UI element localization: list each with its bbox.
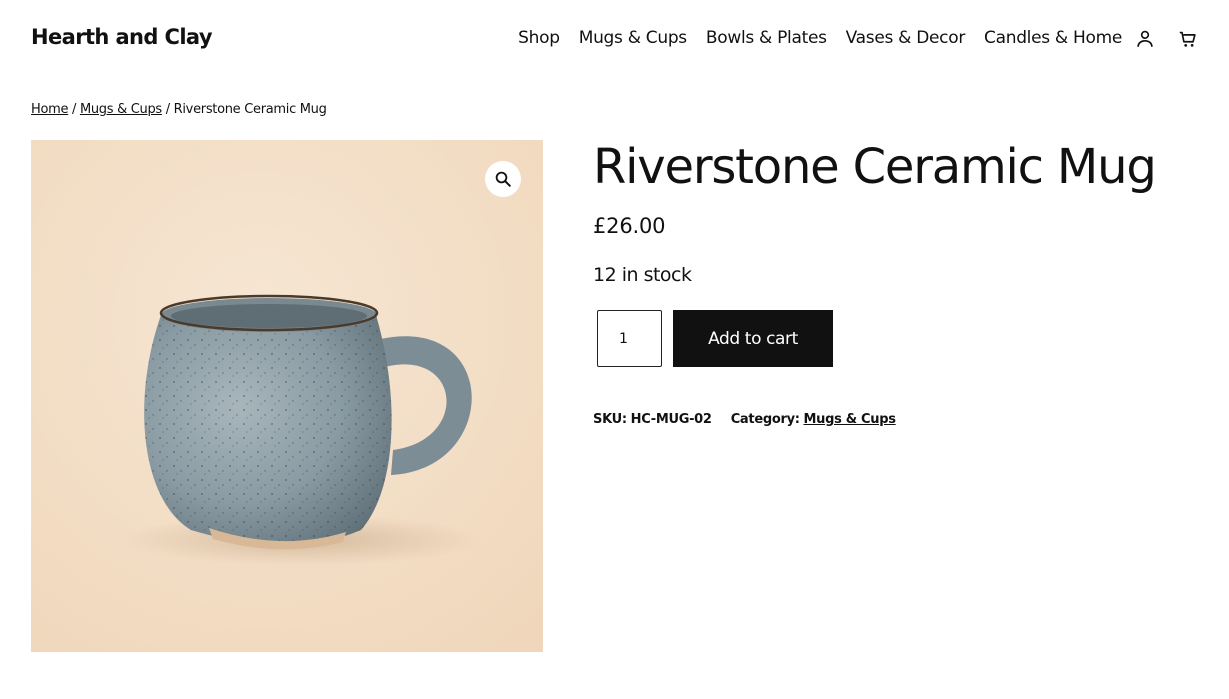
category-wrapper: Category: Mugs & Cups — [731, 412, 896, 427]
breadcrumb-separator: / — [161, 102, 174, 117]
product-image — [31, 140, 543, 652]
nav-item-mugs-cups[interactable]: Mugs & Cups — [579, 28, 687, 48]
sku-label: SKU: — [593, 412, 627, 427]
main-nav: Shop Mugs & Cups Bowls & Plates Vases & … — [518, 28, 1122, 48]
category-label: Category: — [730, 412, 800, 427]
category-link[interactable]: Mugs & Cups — [804, 412, 896, 427]
nav-item-vases-decor[interactable]: Vases & Decor — [846, 28, 966, 48]
stock-status: 12 in stock — [593, 264, 692, 286]
nav-item-shop[interactable]: Shop — [518, 28, 560, 48]
nav-item-bowls-plates[interactable]: Bowls & Plates — [706, 28, 827, 48]
breadcrumb-separator: / — [68, 102, 80, 117]
add-to-cart-button[interactable]: Add to cart — [673, 310, 833, 367]
breadcrumb: Home / Mugs & Cups / Riverstone Ceramic … — [31, 102, 327, 117]
magnifier-icon — [495, 171, 511, 187]
cart-button[interactable] — [1177, 28, 1199, 50]
product-price: £26.00 — [593, 214, 666, 238]
zoom-button[interactable] — [485, 161, 521, 197]
product-meta: SKU: HC-MUG-02 Category: Mugs & Cups — [593, 412, 896, 427]
breadcrumb-category[interactable]: Mugs & Cups — [80, 102, 162, 117]
site-header: Hearth and Clay Shop Mugs & Cups Bowls &… — [0, 0, 1229, 80]
cart-icon — [1179, 31, 1196, 47]
account-button[interactable] — [1134, 28, 1156, 50]
nav-item-candles-home[interactable]: Candles & Home — [984, 28, 1122, 48]
user-icon — [1137, 30, 1153, 47]
site-title[interactable]: Hearth and Clay — [31, 25, 213, 49]
sku-value: HC-MUG-02 — [630, 412, 712, 427]
product-gallery[interactable] — [31, 140, 543, 652]
product-title: Riverstone Ceramic Mug — [593, 139, 1157, 195]
breadcrumb-home[interactable]: Home — [31, 102, 69, 117]
breadcrumb-current: Riverstone Ceramic Mug — [173, 102, 327, 117]
quantity-input[interactable] — [597, 310, 662, 367]
sku-wrapper: SKU: HC-MUG-02 — [593, 412, 712, 427]
product-summary: Riverstone Ceramic Mug £26.00 12 in stoc… — [593, 138, 1213, 427]
